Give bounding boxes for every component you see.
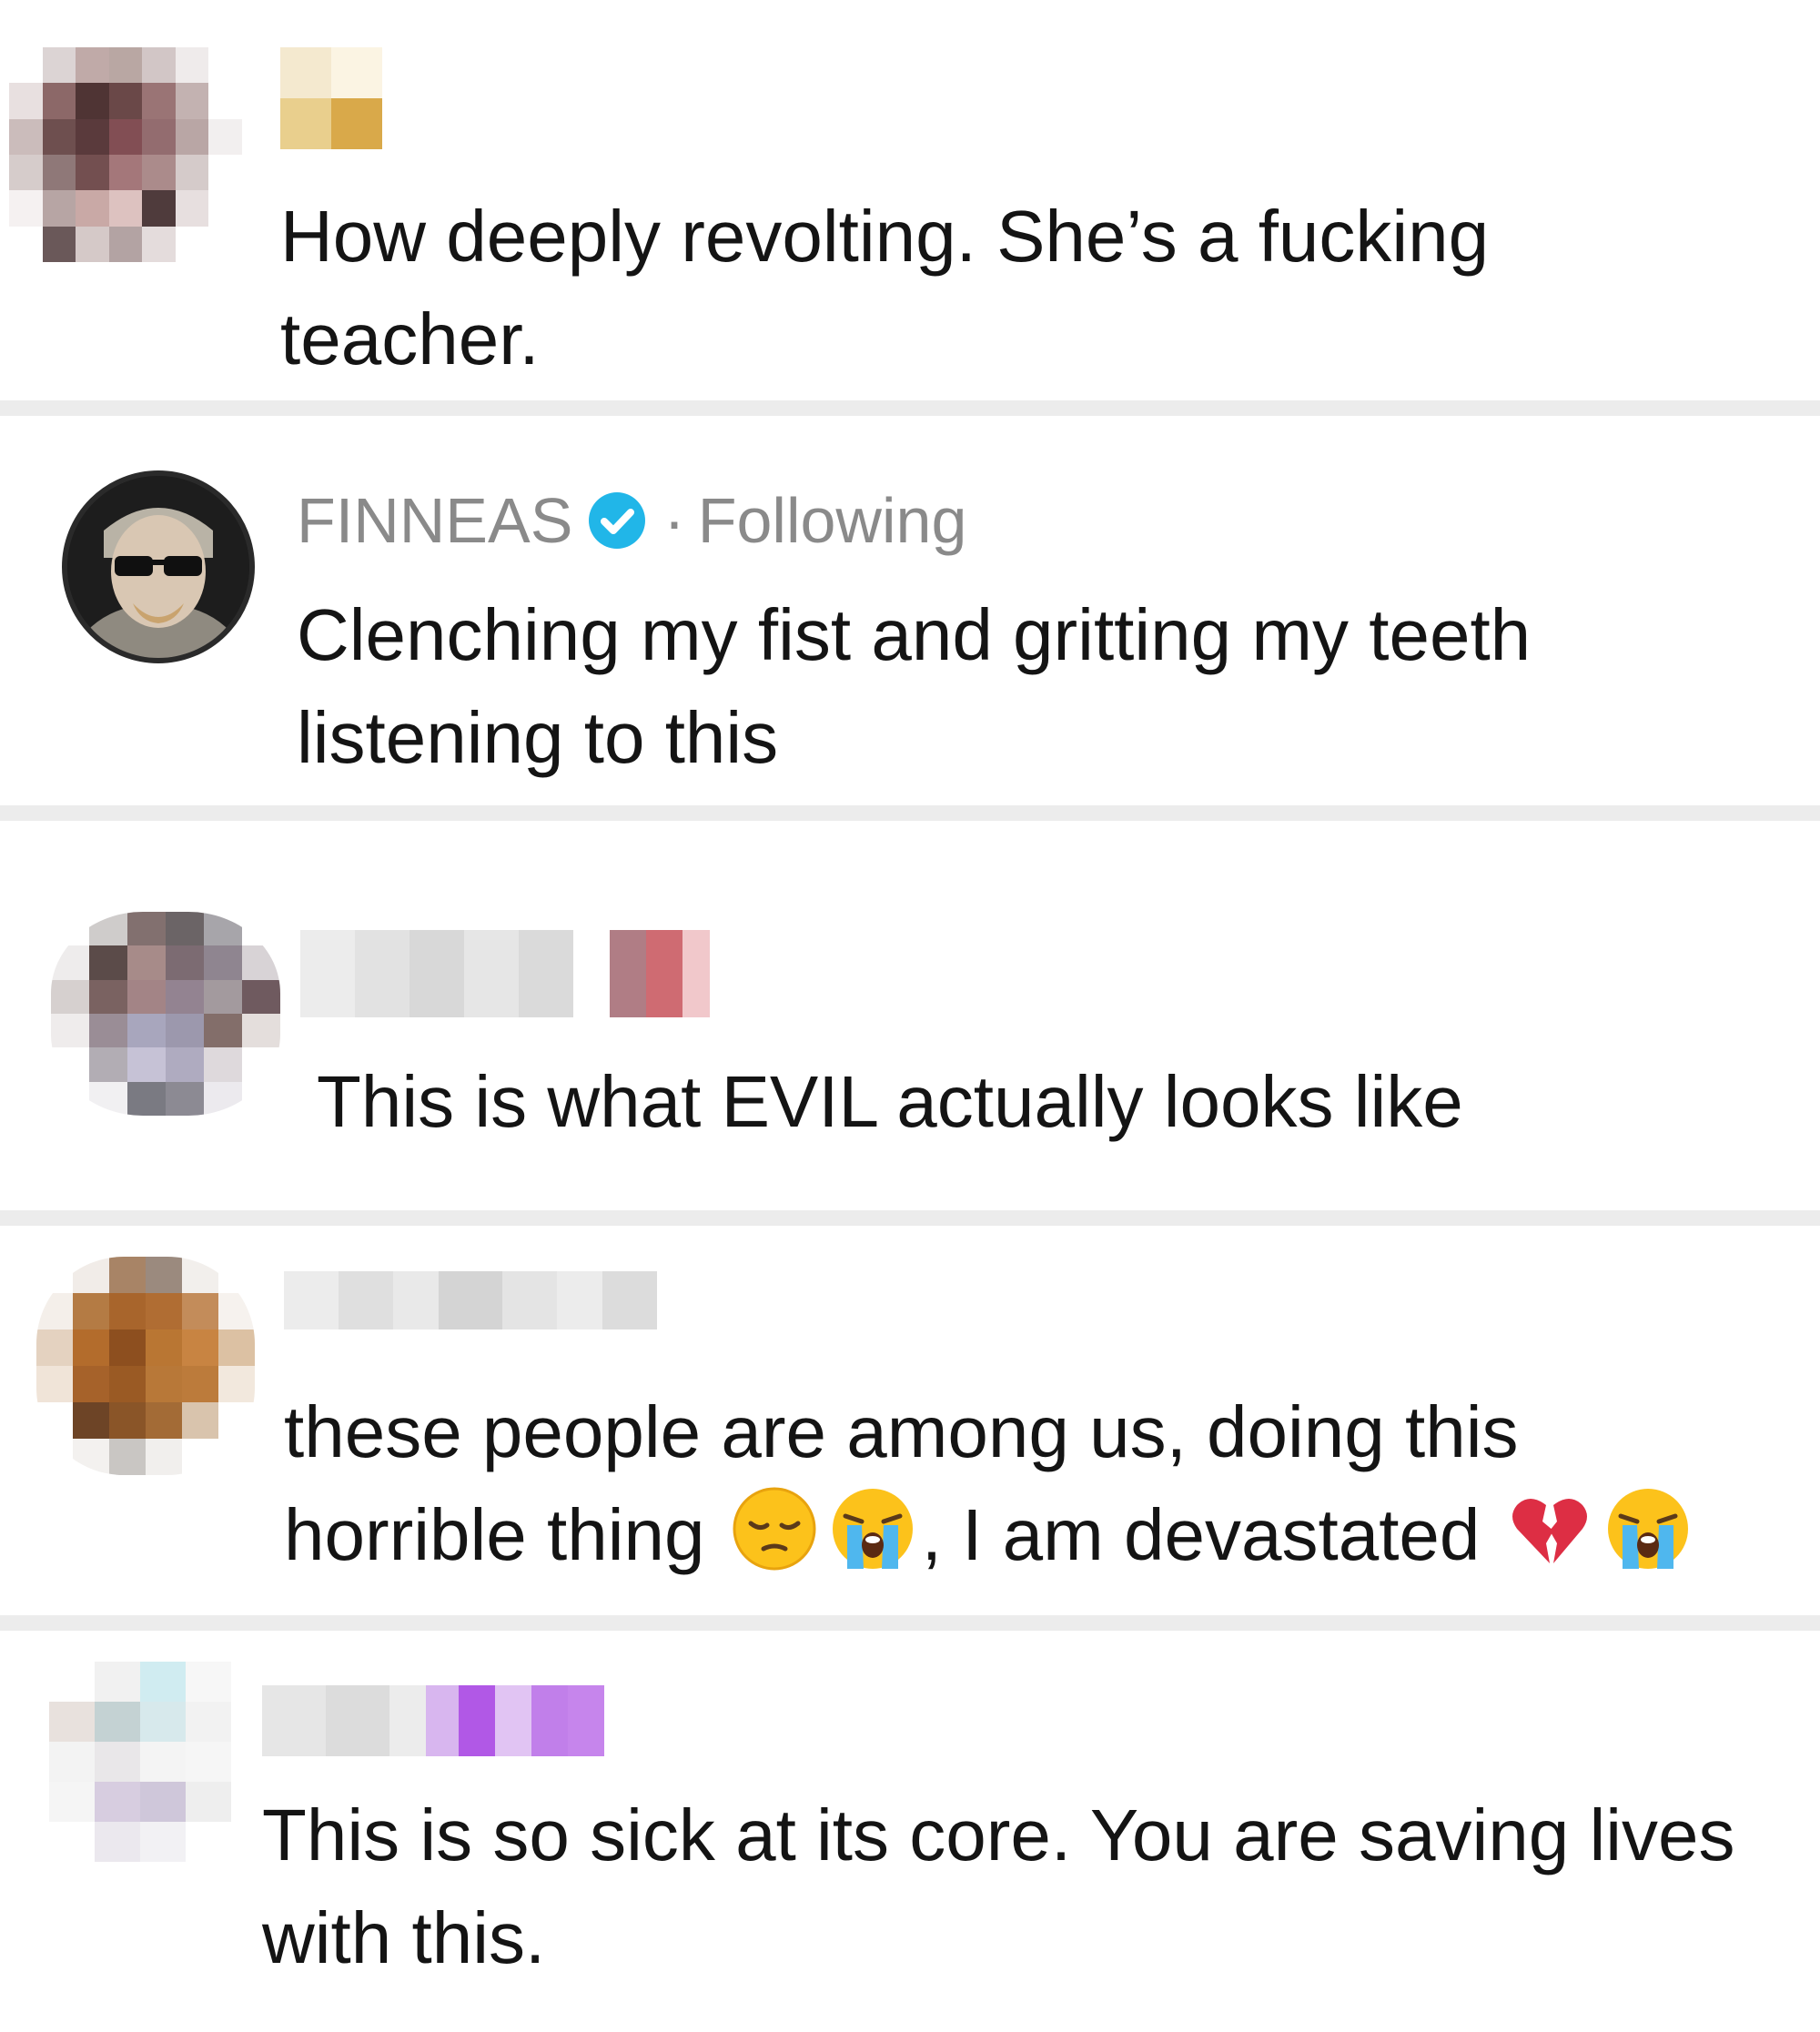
username-blurred[interactable] <box>280 47 382 149</box>
divider <box>0 1615 1820 1631</box>
comment-item: This is so sick at its core. You are sav… <box>0 1631 1820 2032</box>
loudly-crying-face-emoji <box>829 1485 916 1572</box>
avatar-blurred[interactable] <box>36 1257 255 1475</box>
avatar-blurred[interactable] <box>49 1662 231 1862</box>
comment-meta: FINNEAS · Following <box>297 480 966 561</box>
loudly-crying-face-emoji <box>1604 1485 1692 1572</box>
username-blurred[interactable] <box>284 1271 657 1329</box>
comment-text: This is what EVIL actually looks like <box>317 1061 1463 1142</box>
comment-item: This is what EVIL actually looks like <box>0 821 1820 1210</box>
person-photo-icon <box>67 476 249 658</box>
verified-badge-icon <box>589 492 646 549</box>
comment-text: these people are among us, doing this ho… <box>284 1380 1820 1586</box>
avatar-blurred[interactable] <box>9 47 242 262</box>
avatar-blurred[interactable] <box>51 912 280 1116</box>
avatar-finneas[interactable] <box>62 470 255 663</box>
comment-item: FINNEAS · Following Clenching my fist an… <box>0 416 1820 805</box>
comment-text: Clenching my fist and gritting my teeth … <box>297 594 1532 778</box>
following-label[interactable]: Following <box>698 480 967 561</box>
divider <box>0 805 1820 821</box>
divider <box>0 400 1820 416</box>
username[interactable]: FINNEAS <box>297 480 572 561</box>
username-blurred[interactable] <box>300 930 710 1017</box>
comment-text: This is so sick at its core. You are sav… <box>262 1794 1735 1978</box>
divider <box>0 1210 1820 1226</box>
comment-text: How deeply revolting. She’s a fucking te… <box>280 196 1490 379</box>
comment-item: these people are among us, doing this ho… <box>0 1226 1820 1615</box>
username-blurred[interactable] <box>262 1685 604 1756</box>
comment-item: How deeply revolting. She’s a fucking te… <box>0 0 1820 400</box>
broken-heart-emoji <box>1506 1485 1593 1572</box>
separator: · <box>663 485 685 556</box>
pensive-face-emoji <box>731 1485 818 1572</box>
